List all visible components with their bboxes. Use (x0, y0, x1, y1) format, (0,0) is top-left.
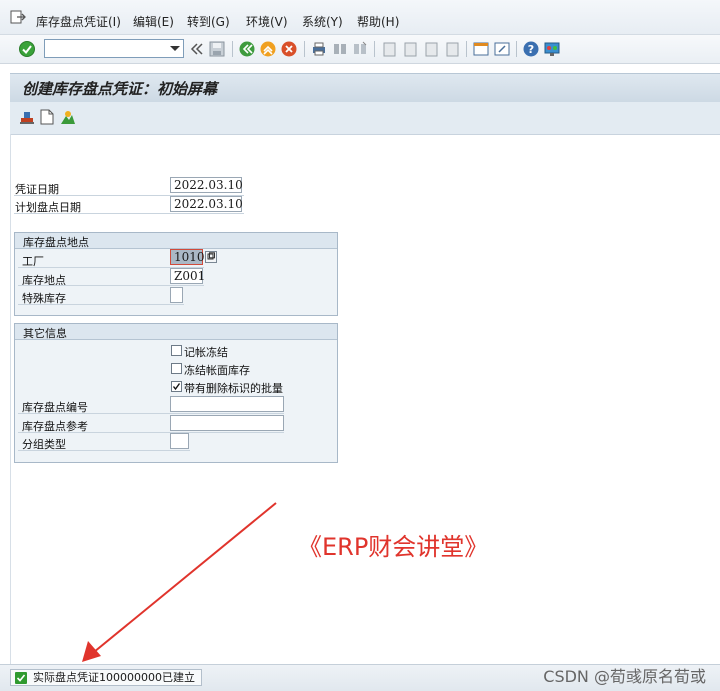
success-check-icon (15, 672, 27, 684)
status-message-box[interactable]: 实际盘点凭证100000000已建立 (10, 669, 202, 686)
status-message: 实际盘点凭证100000000已建立 (33, 671, 195, 684)
csdn-watermark: CSDN @荀彧原名荀或 (543, 667, 706, 686)
annotation-arrow (82, 502, 277, 662)
